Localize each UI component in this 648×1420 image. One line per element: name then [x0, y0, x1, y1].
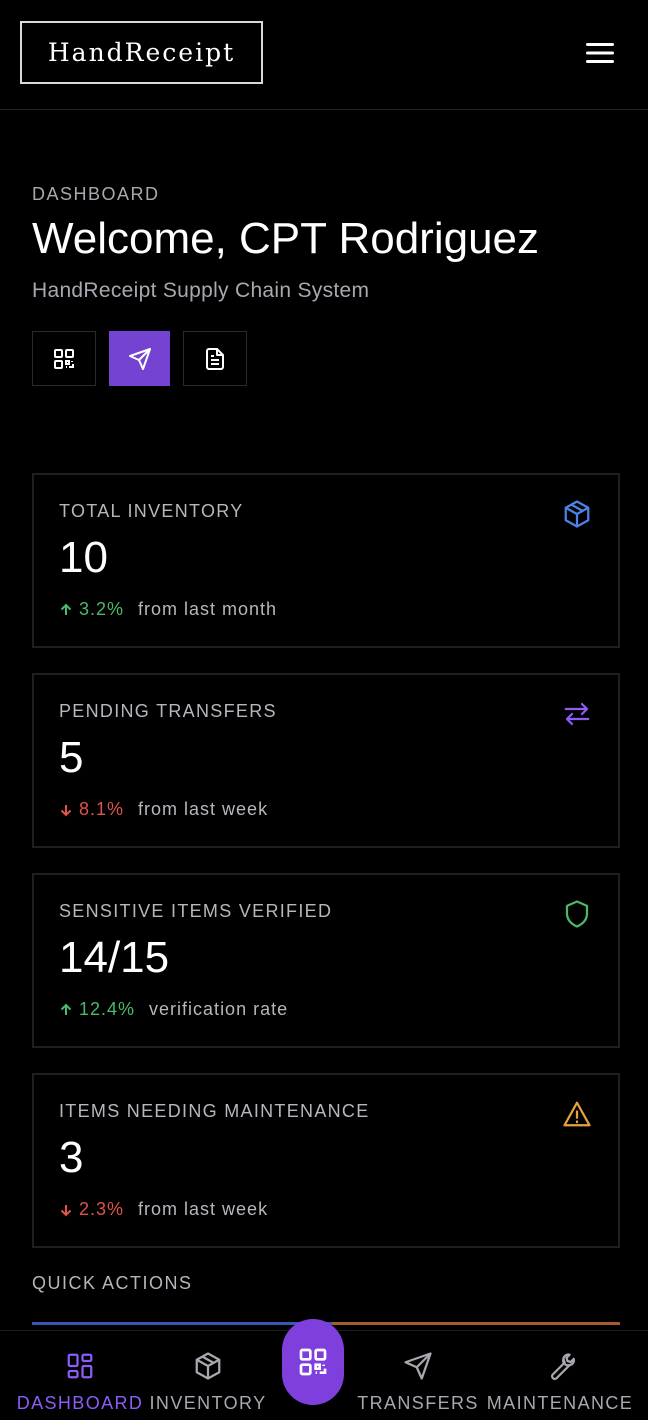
nav-transfers[interactable]: TRANSFERS [357, 1331, 479, 1420]
arrow-down-icon [60, 804, 72, 816]
quick-actions-title: QUICK ACTIONS [32, 1273, 193, 1293]
nav-label: MAINTENANCE [486, 1393, 634, 1413]
nav-label: TRANSFERS [357, 1393, 479, 1413]
stat-change-percent: 2.3% [79, 1199, 125, 1219]
shield-icon [565, 900, 589, 928]
qr-code-icon [54, 348, 74, 369]
package-icon [564, 500, 590, 528]
stat-label: TOTAL INVENTORY [59, 501, 244, 521]
wrench-icon [550, 1353, 575, 1381]
nav-label: DASHBOARD [16, 1393, 144, 1413]
stat-card-sensitive-items[interactable]: SENSITIVE ITEMS VERIFIED 14/15 12.4% ver… [32, 873, 620, 1048]
hamburger-menu-icon [586, 43, 614, 63]
stat-label: SENSITIVE ITEMS VERIFIED [59, 901, 333, 921]
send-transfer-button[interactable] [109, 331, 170, 386]
stat-card-maintenance[interactable]: ITEMS NEEDING MAINTENANCE 3 2.3% from la… [32, 1073, 620, 1248]
top-header: HandReceipt [0, 0, 648, 110]
nav-dashboard[interactable]: DASHBOARD [14, 1331, 146, 1420]
stat-card-total-inventory[interactable]: TOTAL INVENTORY 10 3.2% from last month [32, 473, 620, 648]
qr-code-icon [299, 1348, 327, 1376]
page-subtitle: HandReceipt Supply Chain System [32, 279, 370, 302]
stat-change: 3.2% from last month [59, 599, 277, 620]
stat-change-note: from last week [138, 799, 269, 819]
package-icon [195, 1352, 221, 1380]
nav-label: INVENTORY [149, 1393, 267, 1413]
stat-change-percent: 8.1% [79, 799, 125, 819]
stat-change-percent: 3.2% [79, 599, 125, 619]
app-logo[interactable]: HandReceipt [20, 21, 263, 84]
stat-value: 14/15 [59, 933, 170, 982]
stat-change-percent: 12.4% [79, 999, 136, 1019]
arrow-down-icon [60, 1204, 72, 1216]
stat-value: 10 [59, 533, 108, 582]
stat-change-note: from last week [138, 1199, 269, 1219]
stat-change-note: from last month [138, 599, 278, 619]
nav-inventory[interactable]: INVENTORY [148, 1331, 268, 1420]
arrow-up-icon [60, 603, 72, 615]
stat-change: 8.1% from last week [59, 799, 268, 820]
document-icon [206, 347, 224, 370]
stat-label: ITEMS NEEDING MAINTENANCE [59, 1101, 370, 1121]
scan-qr-button[interactable] [32, 331, 96, 386]
page-title: Welcome, CPT Rodriguez [32, 214, 540, 263]
hamburger-menu-button[interactable] [584, 38, 618, 68]
stat-value: 5 [59, 733, 84, 782]
stat-value: 3 [59, 1133, 84, 1182]
send-icon [404, 1352, 432, 1380]
dashboard-icon [67, 1353, 93, 1379]
stat-change: 12.4% verification rate [59, 999, 288, 1020]
nav-maintenance[interactable]: MAINTENANCE [484, 1331, 636, 1420]
scan-qr-fab-button[interactable] [282, 1319, 344, 1405]
warning-icon [563, 1101, 591, 1127]
document-button[interactable] [183, 331, 247, 386]
transfer-arrows-icon [564, 702, 590, 726]
arrow-up-icon [60, 1003, 72, 1015]
send-icon [128, 347, 151, 370]
stat-card-pending-transfers[interactable]: PENDING TRANSFERS 5 8.1% from last week [32, 673, 620, 848]
stat-change-note: verification rate [149, 999, 289, 1019]
stat-label: PENDING TRANSFERS [59, 701, 277, 721]
page-eyebrow: DASHBOARD [32, 184, 160, 204]
stat-change: 2.3% from last week [59, 1199, 268, 1220]
